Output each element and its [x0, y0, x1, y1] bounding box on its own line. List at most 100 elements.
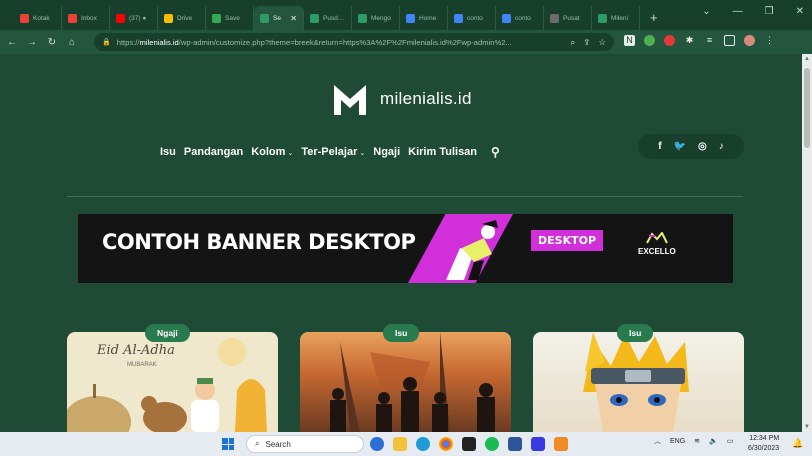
post-card[interactable] — [300, 332, 511, 432]
twitter-icon[interactable]: 🐦 — [674, 141, 686, 152]
anime-character-image — [583, 332, 689, 432]
forward-icon[interactable]: → — [24, 37, 40, 48]
menu-item-list: Isu Pandangan Kolom ⌄ Ter-Pelajar ⌄ Ngaji Kirim… — [160, 146, 477, 158]
sponsor-logo: EXCELLO — [638, 232, 676, 256]
browser-tab[interactable]: Home — [400, 6, 448, 30]
browser-tab[interactable]: conto — [448, 6, 496, 30]
url-host: milenialis.id — [139, 37, 179, 47]
url-path: /wp-admin/customize.php?theme=breek&retu… — [178, 37, 512, 47]
restore-button[interactable]: ❐ — [765, 6, 774, 17]
banner-illustration — [446, 220, 498, 280]
chrome-icon[interactable] — [439, 437, 453, 451]
reading-list-icon[interactable]: ≡ — [704, 35, 715, 46]
clock-date: 6/30/2023 — [748, 445, 780, 452]
tray-chevron-icon[interactable]: ︿ — [654, 436, 661, 446]
tab-title: Pusat — [563, 14, 580, 22]
extensions-puzzle-icon[interactable]: ✱ — [684, 35, 695, 46]
menu-item[interactable]: Kirim Tulisan — [408, 146, 477, 158]
search-icon[interactable]: ⚲ — [491, 145, 500, 159]
volume-icon[interactable]: 🔈 — [709, 437, 718, 445]
browser-tab[interactable]: Pusat — [544, 6, 592, 30]
taskbar-app-icon[interactable] — [554, 437, 568, 451]
category-badge[interactable]: Isu — [617, 324, 654, 342]
tab-title: Home — [419, 14, 437, 22]
tab-title: conto — [467, 14, 483, 22]
browser-tab[interactable]: Kotak — [14, 6, 62, 30]
category-badge[interactable]: Ngaji — [145, 324, 190, 342]
taskbar-app-icon[interactable] — [370, 437, 384, 451]
tab-favicon-icon — [116, 13, 125, 23]
taskbar-search-label: Search — [265, 439, 291, 449]
spotify-icon[interactable] — [485, 437, 499, 451]
extension-icon[interactable] — [664, 35, 675, 46]
word-icon[interactable] — [508, 437, 522, 451]
browser-tab[interactable]: Mileni — [592, 6, 640, 30]
menu-item[interactable]: Isu — [160, 146, 176, 158]
tab-search-icon[interactable]: ⌄ — [702, 6, 710, 17]
scroll-down-arrow-icon[interactable]: ▼ — [804, 424, 810, 430]
windows-start-icon[interactable] — [222, 438, 234, 450]
notion-extension-icon[interactable]: N — [624, 35, 635, 46]
reload-icon[interactable]: ↻ — [44, 37, 60, 48]
scroll-up-arrow-icon[interactable]: ▲ — [804, 56, 810, 62]
tab-list: Kotak Inbox (37) ● Drive Save Se ✕ Pusdan Mengo H… — [14, 6, 640, 30]
taskbar-search[interactable]: ⌕ Search — [246, 435, 364, 453]
menu-item[interactable]: Pandangan — [184, 146, 243, 158]
tab-title: Drive — [177, 14, 193, 22]
browser-tab[interactable]: Inbox — [62, 6, 110, 30]
close-window-button[interactable]: ✕ — [796, 6, 804, 17]
menu-item[interactable]: Kolom ⌄ — [251, 146, 293, 158]
site-logo[interactable]: milenialis.id — [332, 82, 472, 116]
browser-tab[interactable]: Se ✕ — [254, 6, 304, 30]
menu-item-label: Pandangan — [183, 146, 244, 158]
post-card[interactable] — [533, 332, 744, 432]
back-icon[interactable]: ← — [4, 37, 20, 48]
battery-icon[interactable]: ▭ — [727, 437, 734, 445]
profile-avatar[interactable] — [744, 35, 755, 46]
language-indicator[interactable]: ENG — [670, 438, 685, 445]
share-icon[interactable]: ⇪ — [583, 37, 590, 48]
instagram-icon[interactable]: ◎ — [698, 141, 707, 152]
menu-item[interactable]: Ngaji — [373, 146, 400, 158]
menu-item-label: Kirim Tulisan — [408, 146, 478, 158]
menu-item[interactable]: Ter-Pelajar ⌄ — [301, 146, 365, 158]
wifi-icon[interactable]: ≋ — [694, 437, 700, 445]
browser-menu-icon[interactable]: ⋮ — [764, 35, 775, 46]
browser-tab[interactable]: conto — [496, 6, 544, 30]
close-tab-icon[interactable]: ✕ — [290, 14, 297, 23]
taskbar-apps — [370, 437, 568, 451]
window-controls: ⌄ — ❐ ✕ — [702, 6, 804, 17]
extension-icon[interactable] — [644, 35, 655, 46]
facebook-icon[interactable]: f — [658, 141, 661, 152]
scrollbar-thumb[interactable] — [804, 68, 810, 148]
browser-tab[interactable]: Drive — [158, 6, 206, 30]
notion-icon[interactable] — [462, 437, 476, 451]
home-icon[interactable]: ⌂ — [64, 37, 80, 48]
browser-tab[interactable]: Save — [206, 6, 254, 30]
tab-favicon-icon — [598, 13, 607, 23]
tab-favicon-icon — [310, 13, 319, 23]
taskbar-clock[interactable]: 12:34 PM 6/30/2023 — [748, 434, 779, 454]
category-badge[interactable]: Isu — [383, 324, 420, 342]
browser-tab[interactable]: Pusdan — [304, 6, 352, 30]
post-card[interactable]: Eid Al-Adha MUBARAK — [67, 332, 278, 432]
bookmark-star-icon[interactable]: ☆ — [598, 37, 606, 48]
zoom-icon[interactable]: ⌕ — [570, 37, 575, 48]
banner-headline: CONTOH BANNER DESKTOP — [102, 230, 416, 254]
page-scrollbar[interactable]: ▲ ▼ — [802, 54, 812, 432]
side-panel-icon[interactable] — [724, 35, 735, 46]
new-tab-button[interactable]: + — [650, 10, 658, 25]
taskbar-app-icon[interactable] — [531, 437, 545, 451]
menu-item-label: Ngaji — [373, 146, 401, 158]
ad-banner[interactable]: CONTOH BANNER DESKTOP DESKTOP EXCELLO — [78, 214, 733, 283]
notification-bell-icon[interactable]: 🔔 — [792, 438, 803, 449]
lock-icon[interactable]: 🔒 — [102, 38, 111, 46]
browser-tab[interactable]: (37) ● — [110, 6, 158, 30]
tiktok-icon[interactable]: ♪ — [719, 141, 724, 152]
minimize-button[interactable]: — — [733, 6, 743, 17]
address-bar[interactable]: 🔒 https://milenialis.id/wp-admin/customi… — [94, 33, 614, 51]
tab-favicon-icon — [550, 13, 559, 23]
browser-tab[interactable]: Mengo — [352, 6, 400, 30]
file-explorer-icon[interactable] — [393, 437, 407, 451]
edge-icon[interactable] — [416, 437, 430, 451]
